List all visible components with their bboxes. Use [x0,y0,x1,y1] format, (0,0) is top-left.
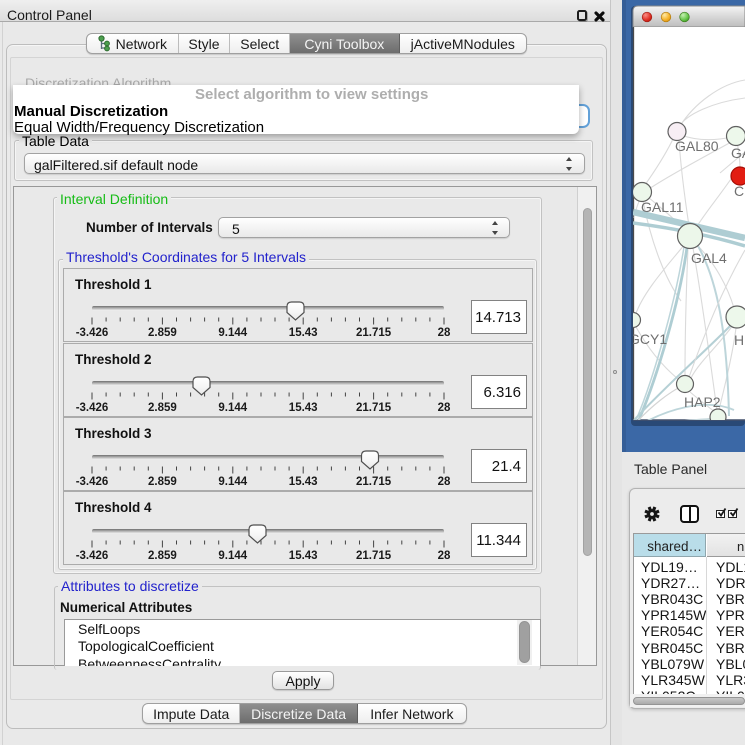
svg-text:-3.426: -3.426 [76,550,109,562]
svg-text:-3.426: -3.426 [76,402,109,414]
svg-text:9.144: 9.144 [218,476,247,488]
svg-text:15.43: 15.43 [289,402,318,414]
svg-text:28: 28 [438,402,451,414]
svg-text:21.715: 21.715 [356,402,392,414]
svg-text:GAL4: GAL4 [691,250,727,266]
svg-text:GA: GA [731,145,745,161]
svg-text:2.859: 2.859 [148,327,177,339]
svg-text:28: 28 [438,327,451,339]
svg-text:15.43: 15.43 [289,476,318,488]
svg-text:GAL80: GAL80 [675,138,719,154]
svg-text:GAL11: GAL11 [641,199,684,215]
svg-text:HAP2: HAP2 [684,394,721,410]
svg-text:28: 28 [438,476,451,488]
svg-text:-3.426: -3.426 [76,476,109,488]
svg-text:28: 28 [438,550,451,562]
svg-text:-3.426: -3.426 [76,327,109,339]
svg-text:9.144: 9.144 [218,550,247,562]
svg-text:21.715: 21.715 [356,550,392,562]
svg-text:2.859: 2.859 [148,402,177,414]
svg-text:C: C [734,183,744,199]
svg-text:2.859: 2.859 [148,476,177,488]
svg-text:2.859: 2.859 [148,550,177,562]
svg-text:9.144: 9.144 [218,327,247,339]
svg-text:21.715: 21.715 [356,476,392,488]
svg-text:21.715: 21.715 [356,327,392,339]
svg-text:GCY1: GCY1 [629,331,667,347]
svg-text:H: H [734,332,744,348]
svg-text:15.43: 15.43 [289,327,318,339]
svg-text:15.43: 15.43 [289,550,318,562]
svg-text:9.144: 9.144 [218,402,247,414]
